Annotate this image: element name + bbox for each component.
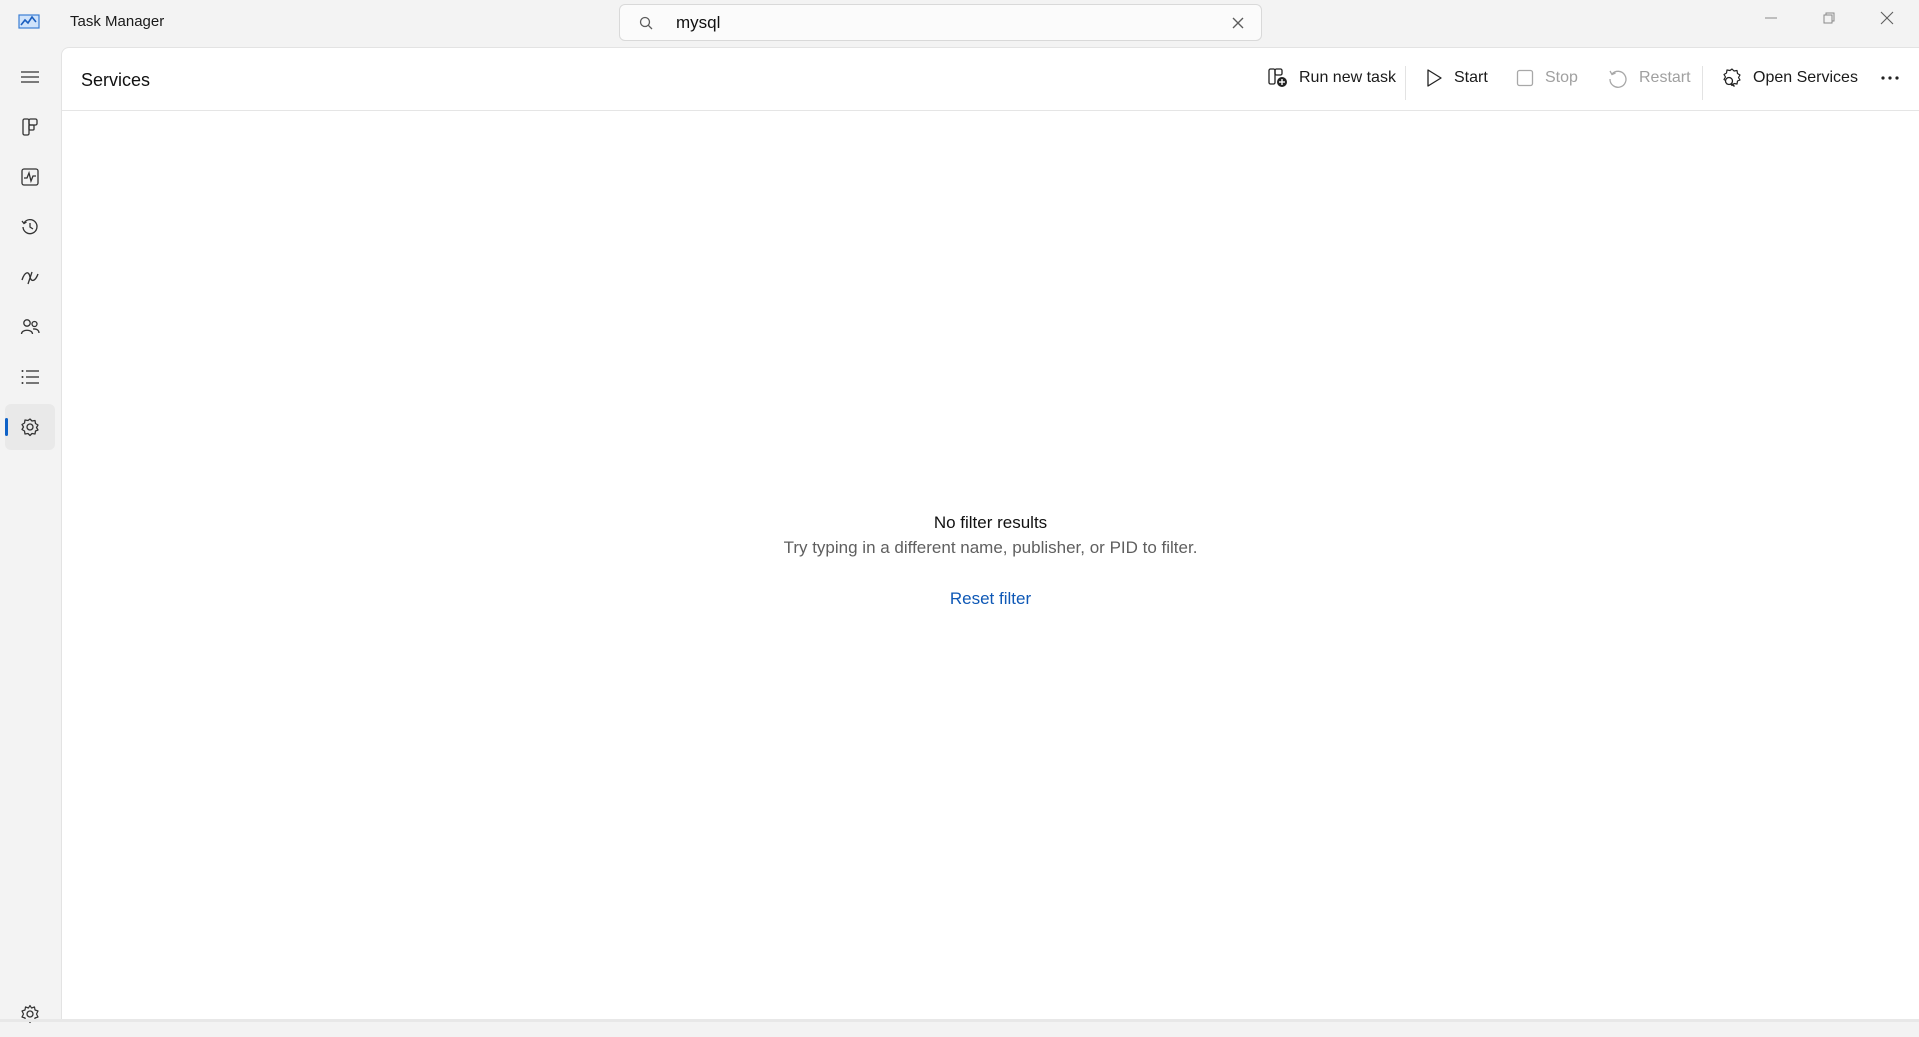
restore-icon bbox=[1823, 12, 1835, 24]
users-icon bbox=[20, 319, 40, 335]
close-window-button[interactable] bbox=[1858, 0, 1916, 38]
sidebar-item-services[interactable] bbox=[5, 404, 55, 450]
open-services-label: Open Services bbox=[1753, 69, 1858, 86]
processes-icon bbox=[22, 118, 38, 136]
start-label: Start bbox=[1454, 69, 1488, 86]
title-bar: Task Manager mysql bbox=[0, 0, 1919, 46]
sidebar-item-users[interactable] bbox=[5, 304, 55, 350]
toolbar-separator bbox=[1702, 66, 1703, 100]
minimize-icon bbox=[1765, 17, 1777, 19]
app-title: Task Manager bbox=[70, 13, 165, 30]
more-options-icon bbox=[1881, 76, 1899, 80]
run-new-task-icon bbox=[1268, 68, 1287, 87]
empty-state-reset-row: Reset filter bbox=[62, 589, 1919, 609]
sidebar-item-processes[interactable] bbox=[5, 104, 55, 150]
active-indicator bbox=[5, 418, 8, 436]
close-icon bbox=[1880, 11, 1894, 25]
search-input[interactable]: mysql bbox=[676, 13, 720, 33]
performance-icon bbox=[21, 168, 39, 186]
search-icon bbox=[638, 15, 654, 31]
services-icon bbox=[21, 418, 39, 437]
sidebar bbox=[0, 46, 60, 1024]
history-icon bbox=[21, 219, 38, 235]
run-new-task-button[interactable]: Run new task bbox=[1267, 58, 1396, 98]
stop-label: Stop bbox=[1545, 69, 1578, 86]
settings-button[interactable] bbox=[5, 991, 55, 1037]
open-services-button[interactable]: Open Services bbox=[1721, 58, 1858, 98]
minimize-button[interactable] bbox=[1742, 0, 1800, 38]
toolbar-separator bbox=[1405, 66, 1406, 100]
clear-icon[interactable] bbox=[1229, 14, 1247, 32]
sidebar-item-details[interactable] bbox=[5, 354, 55, 400]
details-list-icon bbox=[21, 370, 39, 384]
header-divider bbox=[62, 110, 1919, 111]
restore-button[interactable] bbox=[1800, 0, 1858, 38]
hamburger-icon bbox=[21, 71, 39, 83]
task-manager-icon bbox=[18, 13, 42, 31]
restart-button[interactable]: Restart bbox=[1607, 58, 1691, 98]
open-services-icon bbox=[1723, 68, 1741, 87]
run-new-task-label: Run new task bbox=[1299, 69, 1396, 86]
empty-state-subtitle: Try typing in a different name, publishe… bbox=[783, 538, 1198, 557]
more-options-button[interactable] bbox=[1879, 58, 1911, 98]
play-icon bbox=[1427, 69, 1442, 87]
empty-state-title: No filter results bbox=[933, 513, 1048, 532]
stop-button[interactable]: Stop bbox=[1515, 58, 1578, 98]
stop-icon bbox=[1516, 69, 1534, 87]
startup-icon bbox=[21, 271, 39, 285]
search-box[interactable]: mysql bbox=[619, 4, 1262, 41]
sidebar-item-app-history[interactable] bbox=[5, 204, 55, 250]
start-button[interactable]: Start bbox=[1424, 58, 1488, 98]
restart-label: Restart bbox=[1639, 69, 1691, 86]
sidebar-item-startup-apps[interactable] bbox=[5, 254, 55, 300]
page-title: Services bbox=[81, 70, 151, 90]
hamburger-menu-button[interactable] bbox=[5, 54, 55, 100]
main-panel: Services Run new task Start Stop Restart bbox=[61, 47, 1919, 1019]
reset-filter-link[interactable]: Reset filter bbox=[950, 589, 1031, 608]
sidebar-item-performance[interactable] bbox=[5, 154, 55, 200]
restart-icon bbox=[1609, 70, 1627, 88]
